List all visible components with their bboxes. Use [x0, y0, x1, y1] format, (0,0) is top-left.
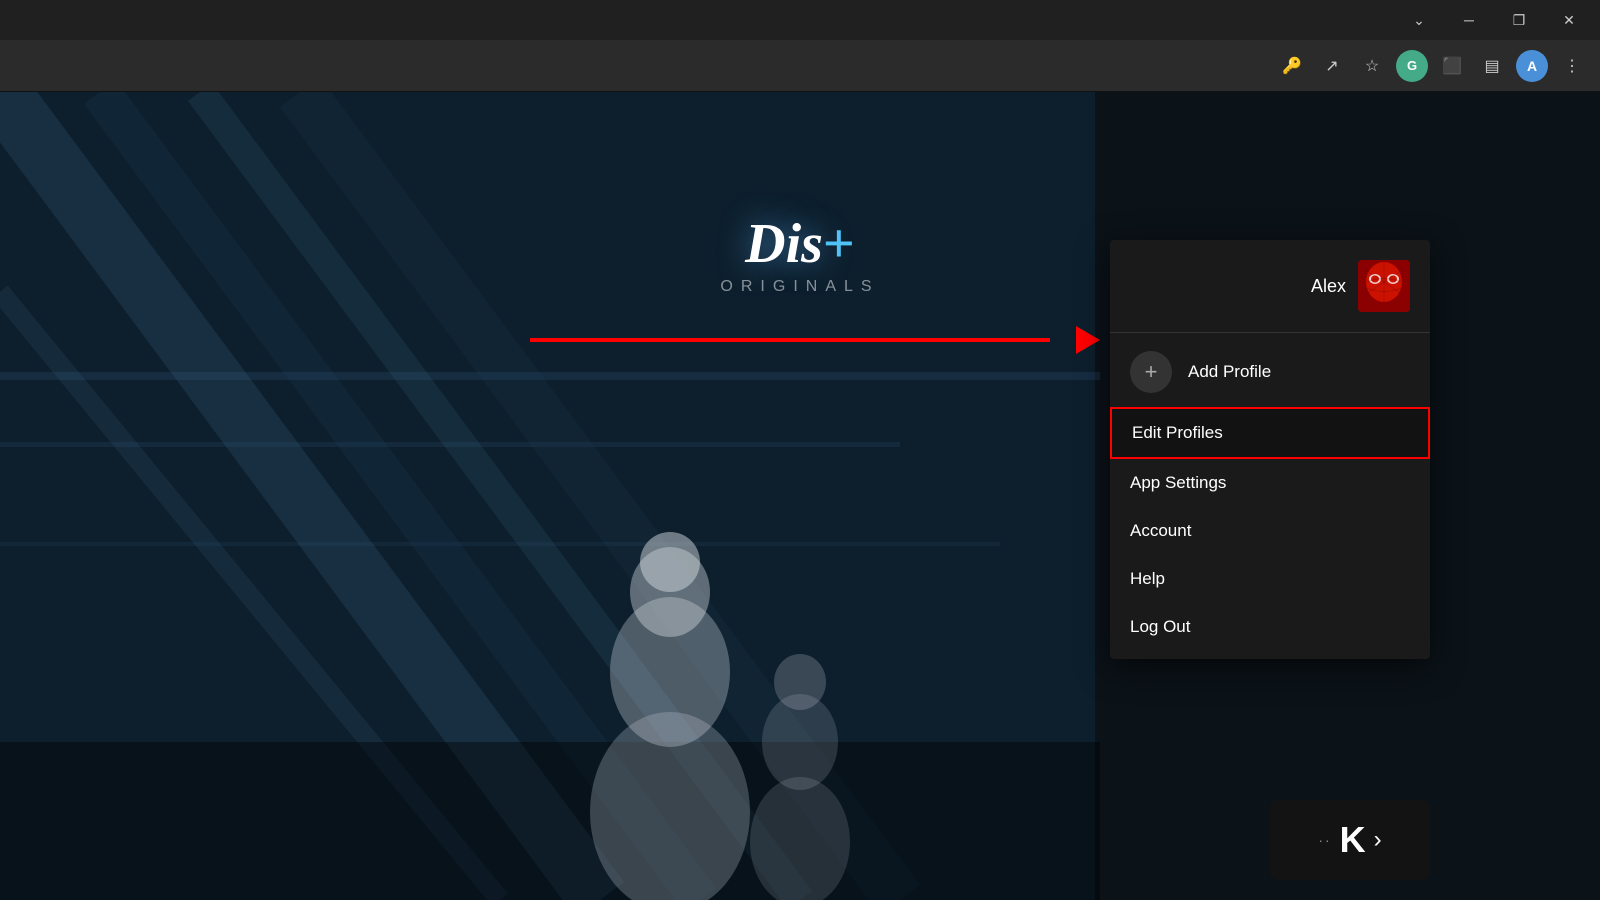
main-content: Dis + ORIGINALS Alex	[0, 92, 1600, 900]
profile-btn[interactable]: A	[1516, 50, 1548, 82]
avatar-svg	[1358, 260, 1410, 312]
divider-1	[1110, 332, 1430, 333]
sidebar-icon: ▤	[1484, 56, 1499, 76]
bookmark-icon-btn[interactable]: ☆	[1356, 50, 1388, 82]
arrow-line	[530, 338, 1050, 342]
user-avatar	[1358, 260, 1410, 312]
app-settings-item[interactable]: App Settings	[1110, 459, 1430, 507]
spiderman-avatar	[1358, 260, 1410, 312]
g-extension-icon[interactable]: G	[1396, 50, 1428, 82]
user-name: Alex	[1311, 276, 1346, 297]
originals-text: ORIGINALS	[720, 278, 879, 296]
browser-titlebar: ⌄ ─ ❐ ✕	[0, 0, 1600, 40]
restore-icon: ❐	[1513, 12, 1526, 29]
key-icon-btn[interactable]: 🔑	[1276, 50, 1308, 82]
close-icon: ✕	[1563, 12, 1575, 29]
account-label: Account	[1130, 521, 1191, 541]
minimize-icon: ─	[1464, 12, 1474, 28]
more-icon-btn[interactable]: ⋮	[1556, 50, 1588, 82]
disney-plus-sign: +	[823, 212, 855, 276]
star-icon: ☆	[1365, 56, 1379, 76]
disney-wordmark: Dis	[745, 212, 823, 276]
close-btn[interactable]: ✕	[1546, 4, 1592, 36]
help-label: Help	[1130, 569, 1165, 589]
k-badge[interactable]: ·· K ›	[1270, 800, 1430, 880]
plus-icon: +	[1145, 359, 1158, 385]
log-out-label: Log Out	[1130, 617, 1191, 637]
edit-profiles-label: Edit Profiles	[1132, 423, 1223, 443]
dropdown-header: Alex	[1110, 240, 1430, 328]
browser-toolbar: 🔑 ↗ ☆ G ⬛ ▤ A ⋮	[0, 40, 1600, 92]
minimize-btn[interactable]: ─	[1446, 4, 1492, 36]
k-dots: ··	[1318, 832, 1331, 848]
extensions-icon-btn[interactable]: ⬛	[1436, 50, 1468, 82]
help-item[interactable]: Help	[1110, 555, 1430, 603]
add-profile-icon: +	[1130, 351, 1172, 393]
chevron-down-btn[interactable]: ⌄	[1396, 4, 1442, 36]
chevron-down-icon: ⌄	[1413, 12, 1425, 29]
disney-logo-area: Dis + ORIGINALS	[720, 212, 879, 296]
edit-profiles-item[interactable]: Edit Profiles	[1110, 407, 1430, 459]
chevron-right-icon: ›	[1374, 826, 1382, 854]
share-icon-btn[interactable]: ↗	[1316, 50, 1348, 82]
log-out-item[interactable]: Log Out	[1110, 603, 1430, 651]
profile-initial: A	[1527, 58, 1537, 74]
dropdown-menu: Alex	[1110, 240, 1430, 659]
arrow-head	[1076, 326, 1100, 354]
sidebar-icon-btn[interactable]: ▤	[1476, 50, 1508, 82]
share-icon: ↗	[1325, 56, 1338, 76]
g-icon: G	[1407, 58, 1417, 73]
puzzle-icon: ⬛	[1442, 56, 1462, 76]
restore-btn[interactable]: ❐	[1496, 4, 1542, 36]
key-icon: 🔑	[1282, 56, 1302, 76]
k-letter: K	[1340, 819, 1366, 861]
arrow-annotation	[530, 320, 1100, 360]
add-profile-label: Add Profile	[1188, 362, 1271, 382]
account-item[interactable]: Account	[1110, 507, 1430, 555]
add-profile-item[interactable]: + Add Profile	[1110, 337, 1430, 407]
app-settings-label: App Settings	[1130, 473, 1226, 493]
more-icon: ⋮	[1564, 56, 1580, 76]
